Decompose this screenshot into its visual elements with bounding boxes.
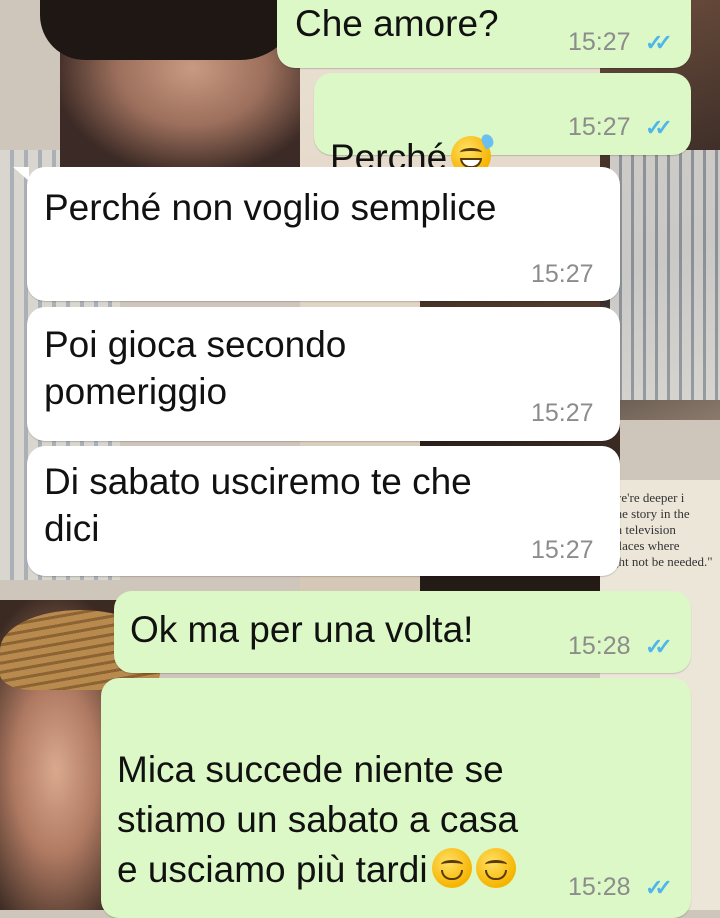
message-bubble-incoming[interactable]: Poi gioca secondo pomeriggio 15:27 <box>27 307 620 441</box>
message-bubble-outgoing[interactable]: Che amore? 15:27 ✓✓ <box>277 0 691 68</box>
smiling-face-emoji-icon <box>475 848 516 888</box>
message-text: Che amore? <box>295 3 499 44</box>
read-receipt-icon: ✓✓ <box>645 115 673 140</box>
message-bubble-incoming[interactable]: Perché non voglio semplice 15:27 <box>13 167 620 301</box>
message-text: Perché non voglio semplice <box>44 187 497 228</box>
message-time: 15:28 <box>568 873 631 901</box>
message-time: 15:27 <box>568 113 631 141</box>
read-receipt-icon: ✓✓ <box>645 634 673 659</box>
message-text: Mica succede niente se stiamo un sabato … <box>117 749 519 890</box>
chat-thread[interactable]: Che amore? 15:27 ✓✓ Perché 15:27 ✓✓ Perc… <box>0 0 720 918</box>
message-text: Ok ma per una volta! <box>130 609 474 650</box>
message-time: 15:27 <box>531 536 594 564</box>
read-receipt-icon: ✓✓ <box>645 30 673 55</box>
message-time: 15:27 <box>531 399 594 427</box>
bubble-tail <box>13 167 29 181</box>
message-bubble-outgoing[interactable]: Ok ma per una volta! 15:28 ✓✓ <box>114 591 691 673</box>
smiling-face-emoji-icon <box>431 848 472 888</box>
message-bubble-incoming[interactable]: Di sabato usciremo te che dici 15:27 <box>27 446 620 576</box>
message-text: Di sabato usciremo te che dici <box>44 461 472 549</box>
message-bubble-outgoing[interactable]: Perché 15:27 ✓✓ <box>314 73 691 178</box>
message-bubble-outgoing[interactable]: Mica succede niente se stiamo un sabato … <box>101 678 691 918</box>
message-time: 15:27 <box>568 28 631 56</box>
read-receipt-icon: ✓✓ <box>645 875 673 900</box>
message-time: 15:27 <box>531 260 594 288</box>
message-time: 15:28 <box>568 632 631 660</box>
message-text: Poi gioca secondo pomeriggio <box>44 324 347 412</box>
